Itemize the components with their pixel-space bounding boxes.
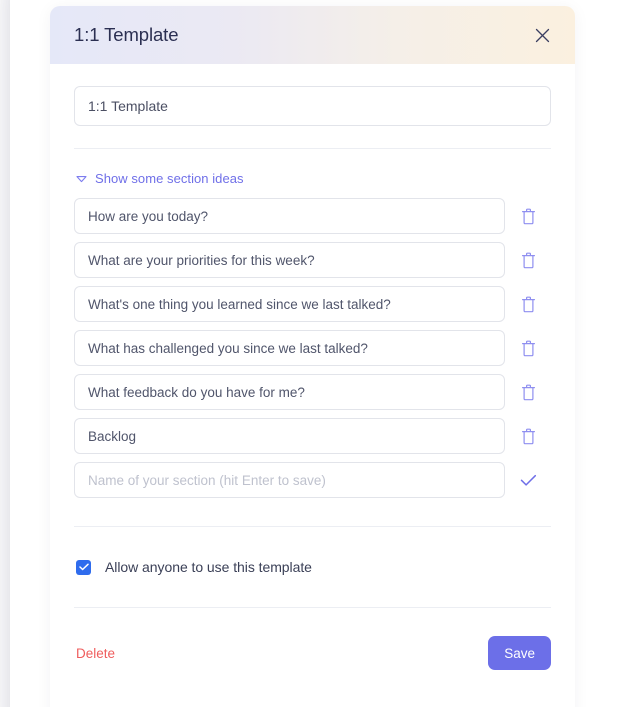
template-name-input[interactable] [74, 86, 551, 126]
template-editor-modal: 1:1 Template Show some section ideas [50, 6, 575, 707]
allow-anyone-label: Allow anyone to use this template [105, 559, 312, 575]
section-row [74, 418, 551, 454]
trash-icon [521, 296, 536, 313]
section-row [74, 242, 551, 278]
delete-section-button[interactable] [505, 418, 551, 454]
divider-top [74, 148, 551, 149]
section-row [74, 374, 551, 410]
new-section-row [74, 462, 551, 498]
section-input[interactable] [74, 374, 506, 410]
section-row [74, 198, 551, 234]
trash-icon [521, 208, 536, 225]
section-list [74, 198, 551, 498]
confirm-section-button[interactable] [505, 462, 551, 498]
delete-section-button[interactable] [505, 330, 551, 366]
delete-section-button[interactable] [505, 242, 551, 278]
close-icon [535, 28, 550, 43]
delete-button[interactable]: Delete [76, 642, 115, 665]
modal-footer: Delete Save [50, 608, 575, 682]
trash-icon [521, 252, 536, 269]
trash-icon [521, 428, 536, 445]
save-button[interactable]: Save [488, 636, 551, 670]
allow-anyone-checkbox[interactable] [76, 559, 91, 575]
show-section-ideas-button[interactable]: Show some section ideas [74, 171, 244, 186]
delete-section-button[interactable] [505, 198, 551, 234]
delete-section-button[interactable] [505, 286, 551, 322]
section-input[interactable] [74, 286, 506, 322]
page-title: 1:1 Template [74, 24, 179, 45]
section-input[interactable] [74, 418, 506, 454]
triangle-down-icon [76, 171, 87, 186]
modal-header: 1:1 Template [50, 6, 575, 64]
delete-section-button[interactable] [505, 374, 551, 410]
section-row [74, 286, 551, 322]
modal-body: Show some section ideas [50, 64, 575, 608]
check-icon [520, 474, 537, 487]
section-input[interactable] [74, 242, 506, 278]
section-row [74, 330, 551, 366]
section-input[interactable] [74, 198, 506, 234]
allow-anyone-row: Allow anyone to use this template [74, 527, 551, 607]
section-input[interactable] [74, 330, 506, 366]
show-section-ideas-label: Show some section ideas [95, 171, 244, 186]
trash-icon [521, 340, 536, 357]
template-name-field-wrapper [74, 64, 551, 126]
close-button[interactable] [529, 22, 555, 48]
new-section-input[interactable] [74, 462, 506, 498]
trash-icon [521, 384, 536, 401]
